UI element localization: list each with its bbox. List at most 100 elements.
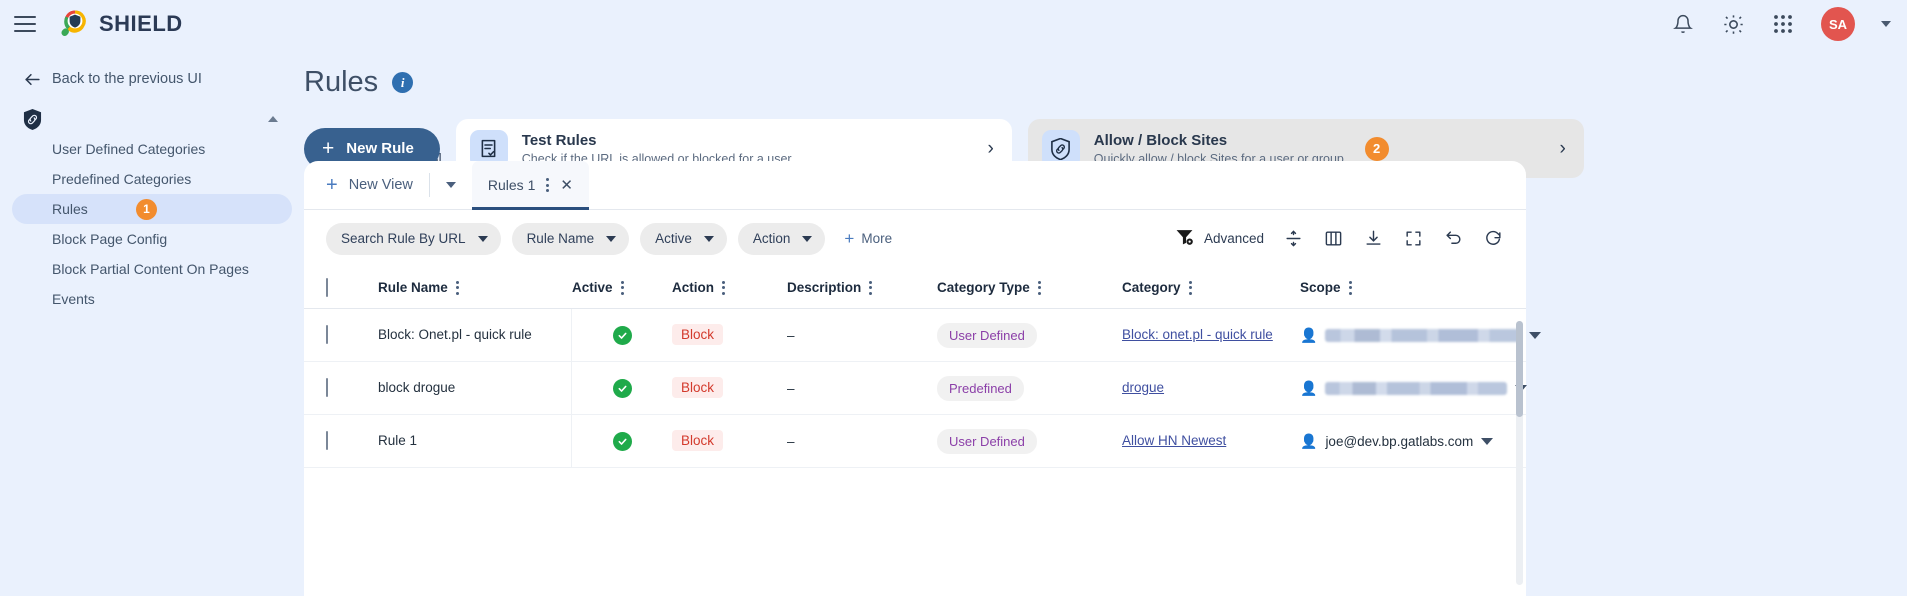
column-menu-icon[interactable] bbox=[1188, 280, 1192, 295]
column-description[interactable]: Description bbox=[787, 280, 937, 295]
brand-logo[interactable]: SHIELD bbox=[58, 9, 183, 39]
sidebar-item-user-defined-categories[interactable]: User Defined Categories bbox=[12, 134, 292, 164]
category-link[interactable]: Allow HN Newest bbox=[1122, 433, 1226, 448]
table-row[interactable]: block drogue Block – Predefined drogue 👤 bbox=[304, 361, 1528, 415]
cell-rule-name: Block: Onet.pl - quick rule bbox=[378, 308, 572, 362]
cell-category: Allow HN Newest bbox=[1122, 432, 1300, 450]
sidebar-item-rules[interactable]: Rules 1 bbox=[12, 194, 292, 224]
row-expand-icon[interactable] bbox=[1481, 437, 1494, 445]
chevron-up-icon[interactable] bbox=[268, 116, 278, 122]
row-height-icon[interactable] bbox=[1282, 228, 1304, 250]
sidebar-item-predefined-categories[interactable]: Predefined Categories bbox=[12, 164, 292, 194]
action-badge: Block bbox=[672, 430, 724, 451]
cell-description: – bbox=[787, 327, 795, 343]
chevron-right-icon[interactable]: › bbox=[987, 139, 993, 158]
shield-link-icon bbox=[12, 108, 52, 130]
bell-icon[interactable] bbox=[1671, 12, 1695, 36]
allow-block-badge: 2 bbox=[1364, 136, 1389, 161]
refresh-icon[interactable] bbox=[1482, 228, 1504, 250]
grid-apps-icon[interactable] bbox=[1771, 12, 1795, 36]
fullscreen-icon[interactable] bbox=[1402, 228, 1424, 250]
cell-category: drogue bbox=[1122, 379, 1300, 397]
column-menu-icon[interactable] bbox=[455, 280, 459, 295]
filter-label: Rule Name bbox=[526, 231, 595, 246]
table-row[interactable]: Block: Onet.pl - quick rule Block – User… bbox=[304, 308, 1542, 362]
chevron-down-icon bbox=[606, 235, 617, 242]
new-view-button[interactable]: + New View bbox=[326, 175, 429, 195]
action-badge: Block bbox=[672, 377, 724, 398]
column-category[interactable]: Category bbox=[1122, 280, 1300, 295]
cell-category: Block: onet.pl - quick rule bbox=[1122, 326, 1300, 344]
sidebar-section-site-access-control[interactable]: Site Access Control bbox=[12, 104, 442, 168]
cell-action: Block bbox=[672, 430, 787, 451]
filter-label: Action bbox=[752, 231, 791, 246]
column-menu-icon[interactable] bbox=[1348, 280, 1352, 295]
category-link[interactable]: Block: onet.pl - quick rule bbox=[1122, 327, 1273, 342]
row-select-cell bbox=[326, 378, 378, 397]
filter-search-rule-by-url[interactable]: Search Rule By URL bbox=[326, 222, 501, 255]
row-checkbox[interactable] bbox=[326, 325, 328, 344]
filter-action[interactable]: Action bbox=[737, 222, 826, 255]
column-action[interactable]: Action bbox=[672, 280, 787, 295]
column-menu-icon[interactable] bbox=[620, 280, 624, 295]
column-label: Active bbox=[572, 280, 613, 295]
sidebar-item-label: Rules bbox=[52, 201, 88, 217]
filter-bar: Search Rule By URL Rule Name Active Acti… bbox=[304, 210, 1526, 267]
sidebar-item-block-page-config[interactable]: Block Page Config bbox=[12, 224, 292, 254]
filter-label: Search Rule By URL bbox=[341, 231, 466, 246]
advanced-filter-button[interactable]: Advanced bbox=[1175, 227, 1264, 251]
close-icon[interactable]: ✕ bbox=[560, 178, 573, 193]
brand-name: SHIELD bbox=[99, 11, 183, 36]
sidebar-back-label: Back to the previous UI bbox=[52, 71, 202, 87]
column-scope[interactable]: Scope bbox=[1300, 280, 1526, 295]
plus-icon: + bbox=[326, 174, 338, 196]
page-title: Rules bbox=[304, 66, 379, 98]
filter-rule-name[interactable]: Rule Name bbox=[511, 222, 630, 255]
table-scrollbar-thumb[interactable] bbox=[1516, 321, 1523, 417]
download-icon[interactable] bbox=[1362, 228, 1384, 250]
sidebar-item-block-partial-content-on-pages[interactable]: Block Partial Content On Pages bbox=[12, 254, 292, 284]
chevron-down-icon[interactable] bbox=[1881, 21, 1891, 27]
filter-active[interactable]: Active bbox=[640, 222, 727, 255]
sidebar-item-events[interactable]: Events bbox=[12, 284, 292, 314]
scope-masked-value bbox=[1325, 381, 1508, 395]
table-row[interactable]: Rule 1 Block – User Defined Allow HN New… bbox=[304, 414, 1526, 468]
filter-label: Active bbox=[655, 231, 692, 246]
columns-icon[interactable] bbox=[1322, 228, 1344, 250]
column-category-type[interactable]: Category Type bbox=[937, 280, 1122, 295]
cell-action: Block bbox=[672, 377, 787, 398]
column-label: Category Type bbox=[937, 280, 1030, 295]
column-rule-name[interactable]: Rule Name bbox=[378, 267, 572, 309]
tab-menu-icon[interactable] bbox=[546, 178, 550, 192]
active-check-icon bbox=[612, 431, 632, 451]
chevron-right-icon[interactable]: › bbox=[1559, 139, 1565, 158]
info-icon[interactable]: i bbox=[392, 72, 414, 93]
arrow-left-icon bbox=[12, 70, 52, 89]
column-menu-icon[interactable] bbox=[1037, 280, 1041, 295]
hamburger-icon[interactable] bbox=[14, 16, 36, 32]
chevron-down-icon bbox=[445, 182, 456, 188]
category-link[interactable]: drogue bbox=[1122, 380, 1164, 395]
column-menu-icon[interactable] bbox=[722, 280, 725, 295]
column-label: Description bbox=[787, 280, 862, 295]
category-type-badge: Predefined bbox=[937, 375, 1024, 401]
row-expand-icon[interactable] bbox=[1529, 331, 1542, 339]
select-all-checkbox[interactable] bbox=[326, 277, 328, 297]
view-dropdown-button[interactable] bbox=[430, 182, 472, 188]
scope-masked-value bbox=[1325, 328, 1522, 342]
tab-rules-1[interactable]: Rules 1 ✕ bbox=[471, 160, 589, 210]
table-scrollbar-track[interactable] bbox=[1516, 321, 1523, 585]
more-label: More bbox=[861, 231, 893, 246]
avatar[interactable]: SA bbox=[1821, 7, 1855, 41]
top-bar: SHIELD SA bbox=[0, 0, 1907, 48]
more-filters-button[interactable]: + More bbox=[844, 230, 892, 247]
person-icon: 👤 bbox=[1300, 432, 1318, 449]
column-active[interactable]: Active bbox=[572, 280, 672, 295]
undo-icon[interactable] bbox=[1442, 228, 1464, 250]
sun-icon[interactable] bbox=[1721, 12, 1745, 36]
row-checkbox[interactable] bbox=[326, 431, 328, 450]
row-checkbox[interactable] bbox=[326, 378, 328, 397]
column-label: Rule Name bbox=[378, 280, 448, 295]
column-menu-icon[interactable] bbox=[869, 280, 873, 295]
sidebar-back-to-previous-ui[interactable]: Back to the previous UI bbox=[12, 64, 292, 94]
